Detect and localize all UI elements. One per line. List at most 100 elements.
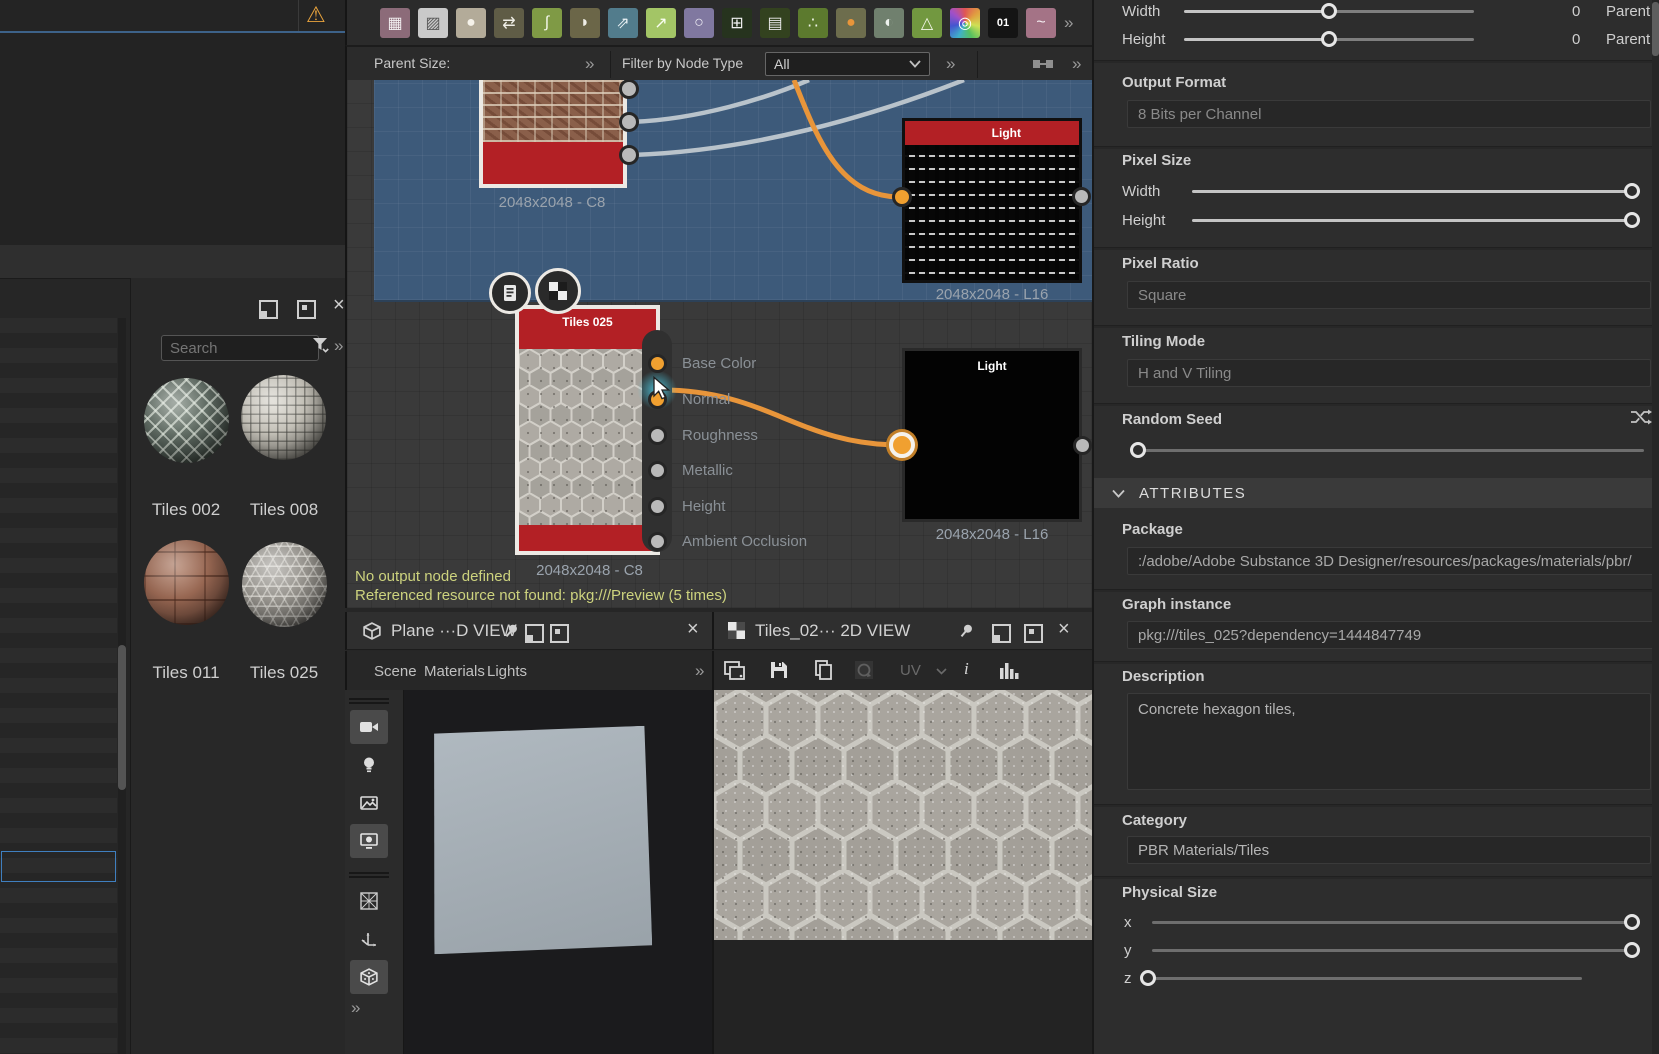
left-list-scrollbar-thumb[interactable]: [118, 645, 126, 790]
geometry-icon[interactable]: [350, 884, 388, 918]
pin-icon-2d[interactable]: [957, 622, 975, 640]
light-node-2-output-pin[interactable]: [1073, 436, 1092, 455]
environment-icon[interactable]: [350, 786, 388, 820]
graph-instance-field[interactable]: pkg:///tiles_025?dependency=1444847749: [1127, 621, 1659, 649]
histogram-2d-icon[interactable]: [999, 660, 1021, 680]
physical-y-knob[interactable]: [1624, 942, 1640, 958]
pin-icon[interactable]: [502, 622, 520, 640]
base-width-value[interactable]: 0: [1572, 3, 1580, 20]
maximize-view2d-icon[interactable]: [1024, 624, 1043, 648]
base-height-value[interactable]: 0: [1572, 31, 1580, 48]
top-left-field[interactable]: [0, 0, 345, 33]
library-item-tiles-025[interactable]: [242, 542, 327, 627]
filter-overflow[interactable]: »: [946, 54, 955, 74]
pixel-height-knob[interactable]: [1624, 212, 1640, 228]
pixel-width-track[interactable]: [1192, 190, 1640, 193]
tiles-output-pin-base-color[interactable]: [648, 354, 667, 373]
pixel-width-knob[interactable]: [1624, 183, 1640, 199]
tabbar-overflow[interactable]: »: [695, 661, 704, 681]
library-item-tiles-011[interactable]: [144, 540, 229, 625]
close-panel-icon[interactable]: ×: [333, 298, 345, 312]
copy-icon[interactable]: [814, 660, 834, 680]
physical-z-knob[interactable]: [1140, 970, 1156, 986]
brick-output-pin-3[interactable]: [619, 145, 639, 165]
curve-icon[interactable]: ∫: [532, 8, 562, 38]
library-item-tiles-002[interactable]: [144, 378, 229, 463]
tab-lights[interactable]: Lights: [487, 651, 527, 691]
transform-2d-icon[interactable]: [854, 660, 874, 680]
base-height-knob[interactable]: [1321, 31, 1337, 47]
scatter-icon[interactable]: ∴: [798, 8, 828, 38]
library-item-tiles-008[interactable]: [241, 375, 326, 460]
color-wheel-icon[interactable]: ◎: [950, 8, 980, 38]
light-node-2[interactable]: Light: [902, 348, 1082, 522]
brick-output-pin-1[interactable]: [619, 80, 639, 99]
maximize-view-icon[interactable]: [550, 624, 569, 648]
toolbar-overflow-button[interactable]: »: [1064, 13, 1073, 33]
bitmap-icon[interactable]: ▦: [380, 8, 410, 38]
shuffle-seed-icon[interactable]: [1630, 408, 1652, 426]
properties-scrollbar[interactable]: [1652, 0, 1659, 1054]
plane-mesh[interactable]: [430, 726, 653, 955]
pixel-ratio-select[interactable]: Square: [1127, 281, 1651, 309]
uv-label[interactable]: UV: [900, 662, 921, 679]
random-seed-track[interactable]: [1134, 449, 1644, 452]
view3d-toolbar-overflow[interactable]: »: [351, 998, 360, 1018]
transform-icon[interactable]: ⇗: [608, 8, 638, 38]
search-input[interactable]: [161, 335, 319, 361]
description-textarea[interactable]: Concrete hexagon tiles,: [1127, 693, 1651, 790]
tile-sampler-icon[interactable]: ▤: [760, 8, 790, 38]
output-badge-icon[interactable]: [535, 268, 581, 314]
physical-z-track[interactable]: [1152, 977, 1582, 980]
brick-output-pin-2[interactable]: [619, 112, 639, 132]
float-panel-icon[interactable]: [259, 300, 278, 324]
base-height-ref[interactable]: Parent: [1606, 31, 1650, 48]
light-node-2-input-pin[interactable]: [889, 432, 915, 458]
tile-grid-icon[interactable]: ⊞: [722, 8, 752, 38]
left-list-selected-row[interactable]: [1, 851, 116, 882]
bezier-icon[interactable]: ~: [1026, 8, 1056, 38]
light-node-1[interactable]: Light: [902, 118, 1082, 283]
properties-scrollbar-thumb[interactable]: [1652, 2, 1659, 56]
dither-01-icon[interactable]: 01: [988, 8, 1018, 38]
warning-icon[interactable]: ⚠: [306, 2, 326, 28]
float-view-icon[interactable]: [525, 624, 544, 648]
light-bulb-icon[interactable]: [350, 748, 388, 782]
tab-scene[interactable]: Scene: [374, 651, 417, 691]
close-view2d-icon[interactable]: ×: [1058, 622, 1070, 636]
axes-icon[interactable]: [350, 922, 388, 956]
link-nodes-icon[interactable]: [1032, 56, 1054, 72]
maximize-panel-icon[interactable]: [297, 300, 316, 324]
base-width-knob[interactable]: [1321, 3, 1337, 19]
float-view2d-icon[interactable]: [992, 624, 1011, 648]
light-node-1-output-pin[interactable]: [1072, 187, 1091, 206]
tiles-output-pin-roughness[interactable]: [648, 426, 667, 445]
save-icon[interactable]: [769, 660, 789, 680]
drop-arrow-icon[interactable]: ◗: [570, 8, 600, 38]
sphere-icon[interactable]: ◐: [874, 8, 904, 38]
layers-icon[interactable]: [724, 661, 746, 680]
ruler-arrow-icon[interactable]: ↗: [646, 8, 676, 38]
graph-view[interactable]: 2048x2048 - C8 Light 2048x2048 - L16 Til…: [345, 80, 1092, 608]
tiles-node[interactable]: Tiles 025: [515, 305, 660, 555]
tiles-output-pin-height[interactable]: [648, 497, 667, 516]
shuffle-node-icon[interactable]: ⇄: [494, 8, 524, 38]
package-field[interactable]: :/adobe/Adobe Substance 3D Designer/reso…: [1127, 547, 1659, 575]
brick-node[interactable]: [479, 80, 627, 188]
tiles-output-pin-ambient-occlusion[interactable]: [648, 532, 667, 551]
output-format-select[interactable]: 8 Bits per Channel: [1127, 100, 1651, 128]
random-seed-knob[interactable]: [1130, 442, 1146, 458]
base-width-ref[interactable]: Parent: [1606, 3, 1650, 20]
library-overflow-button[interactable]: »: [334, 336, 343, 356]
left-list[interactable]: [0, 318, 130, 1054]
physical-y-track[interactable]: [1152, 949, 1640, 952]
category-field[interactable]: PBR Materials/Tiles: [1127, 836, 1651, 864]
shape-icon[interactable]: ○: [684, 8, 714, 38]
view2d-canvas[interactable]: [712, 690, 1092, 1054]
cube-mesh-icon[interactable]: [350, 960, 388, 994]
uv-chevron-icon[interactable]: [936, 668, 947, 675]
node-type-select[interactable]: All: [765, 52, 930, 76]
comment-badge-icon[interactable]: [489, 272, 531, 314]
drop-icon[interactable]: ●: [456, 8, 486, 38]
close-view-icon[interactable]: ×: [687, 622, 699, 636]
